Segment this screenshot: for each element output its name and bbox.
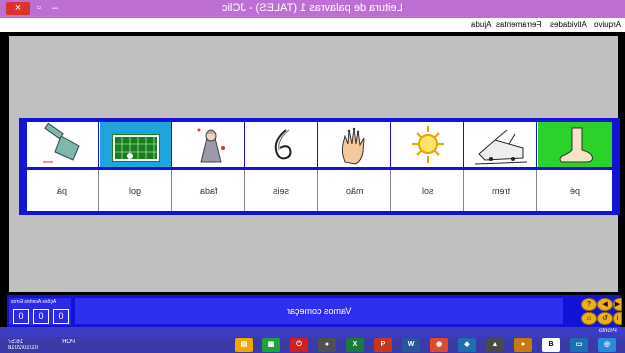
fairy-icon[interactable] <box>173 122 245 167</box>
number-six-icon[interactable] <box>246 122 318 167</box>
home-button[interactable]: ⌂ <box>581 312 597 325</box>
message-text: Vamos começar <box>286 306 352 316</box>
actions-counter: 0 <box>13 309 29 324</box>
word-cell[interactable]: seis <box>246 170 318 211</box>
word-cell[interactable]: trem <box>465 170 537 211</box>
word-row: pá gol fada seis mão sol trem pé <box>27 170 612 211</box>
word-label: trem <box>491 185 510 196</box>
menu-item-arquivo[interactable]: Arquivo <box>594 20 621 29</box>
word-label: gol <box>129 185 142 196</box>
app-window-icon[interactable]: ▭ <box>570 338 588 352</box>
word-label: seis <box>273 185 290 196</box>
next-button[interactable]: ▶ <box>613 298 622 311</box>
menu-item-ferramentas[interactable]: Ferramentas <box>496 20 541 29</box>
counter-labels: Ações Acertos Erros <box>11 299 57 305</box>
info-button[interactable]: i <box>613 312 622 325</box>
picture-row <box>27 122 612 167</box>
app-gray-icon[interactable]: ● <box>318 338 336 352</box>
status-text: Pronto <box>599 328 617 334</box>
goal-icon[interactable] <box>100 122 172 167</box>
folder-icon[interactable]: ▤ <box>235 338 253 352</box>
hand-icon[interactable] <box>319 122 391 167</box>
app-white-icon[interactable]: B <box>542 338 560 352</box>
reset-button[interactable]: ↺ <box>597 312 613 325</box>
help-button[interactable]: ? <box>581 298 597 311</box>
shovel-icon[interactable] <box>27 122 99 167</box>
taskbar: 16:57 01/10/2018 POR ▤ ▦ ⏻ ● X P W ◉ ◆ ▲… <box>0 337 625 353</box>
foot-icon[interactable] <box>538 122 612 167</box>
language-indicator: POR <box>62 339 76 345</box>
previous-button[interactable]: ◀ <box>597 298 613 311</box>
train-icon[interactable] <box>465 122 537 167</box>
sun-icon[interactable] <box>392 122 464 167</box>
status-bar: Pronto <box>0 327 625 337</box>
window-title: Leitura de palavras 1 (TALES) - JClic <box>222 2 403 14</box>
word-cell[interactable]: fada <box>173 170 245 211</box>
app-orange-icon[interactable]: ● <box>514 338 532 352</box>
word-board: pá gol fada seis mão sol trem pé <box>19 118 620 215</box>
word-label: pé <box>569 185 580 196</box>
chrome-icon[interactable]: ◉ <box>430 338 448 352</box>
word-cell[interactable]: gol <box>100 170 172 211</box>
word-cell[interactable]: mão <box>319 170 391 211</box>
menu-item-atividades[interactable]: Atividades <box>550 20 587 29</box>
word-cell[interactable]: pá <box>27 170 99 211</box>
errors-counter: 0 <box>53 309 69 324</box>
excel-icon[interactable]: X <box>346 338 364 352</box>
word-label: sol <box>421 185 434 196</box>
start-icon[interactable]: ◎ <box>598 338 616 352</box>
word-label: pá <box>57 185 68 196</box>
app-dark-icon[interactable]: ▲ <box>486 338 504 352</box>
control-bar: Ações Acertos Erros 0 0 0 Vamos começar … <box>7 295 622 327</box>
message-box: Vamos começar <box>75 298 563 324</box>
clock-date: 01/10/2018 <box>8 345 39 351</box>
menu-bar: Arquivo Atividades Ferramentas Ajuda <box>0 18 625 32</box>
title-bar: × ▫ – Leitura de palavras 1 (TALES) - JC… <box>0 0 625 18</box>
word-cell[interactable]: sol <box>392 170 464 211</box>
word-label: fada <box>199 185 218 196</box>
power-icon[interactable]: ⏻ <box>290 338 308 352</box>
hits-counter: 0 <box>33 309 49 324</box>
menu-item-ajuda[interactable]: Ajuda <box>471 20 491 29</box>
word-cell[interactable]: pé <box>538 170 612 211</box>
word-icon[interactable]: W <box>402 338 420 352</box>
app-green-icon[interactable]: ▦ <box>262 338 280 352</box>
word-label: mão <box>345 185 364 196</box>
app-blue-icon[interactable]: ◆ <box>458 338 476 352</box>
counters-panel: Ações Acertos Erros 0 0 0 <box>9 298 71 325</box>
powerpoint-icon[interactable]: P <box>374 338 392 352</box>
